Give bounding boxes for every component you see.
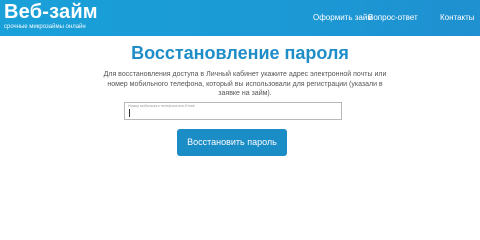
page-title: Восстановление пароля [131,43,349,63]
text-cursor [129,109,130,117]
logo-subtitle: срочные микрозаймы онлайн [4,24,86,30]
restore-password-button[interactable]: Восстановить пароль [177,129,287,156]
logo-title: Веб-займ [4,1,98,23]
phone-or-email-field[interactable]: Номер мобильного телефона или Email [124,102,342,120]
nav-apply-loan[interactable]: Оформить займ [313,12,373,24]
logo[interactable]: Веб-займ срочные микрозаймы онлайн [4,1,98,31]
nav-faq[interactable]: Вопрос-ответ [368,12,418,24]
phone-or-email-input[interactable] [125,108,341,119]
instructions-text: Для восстановления доступа в Личный каби… [103,71,387,98]
nav-contacts[interactable]: Контакты [440,12,475,24]
site-header: Веб-займ срочные микрозаймы онлайн Оформ… [0,0,480,36]
